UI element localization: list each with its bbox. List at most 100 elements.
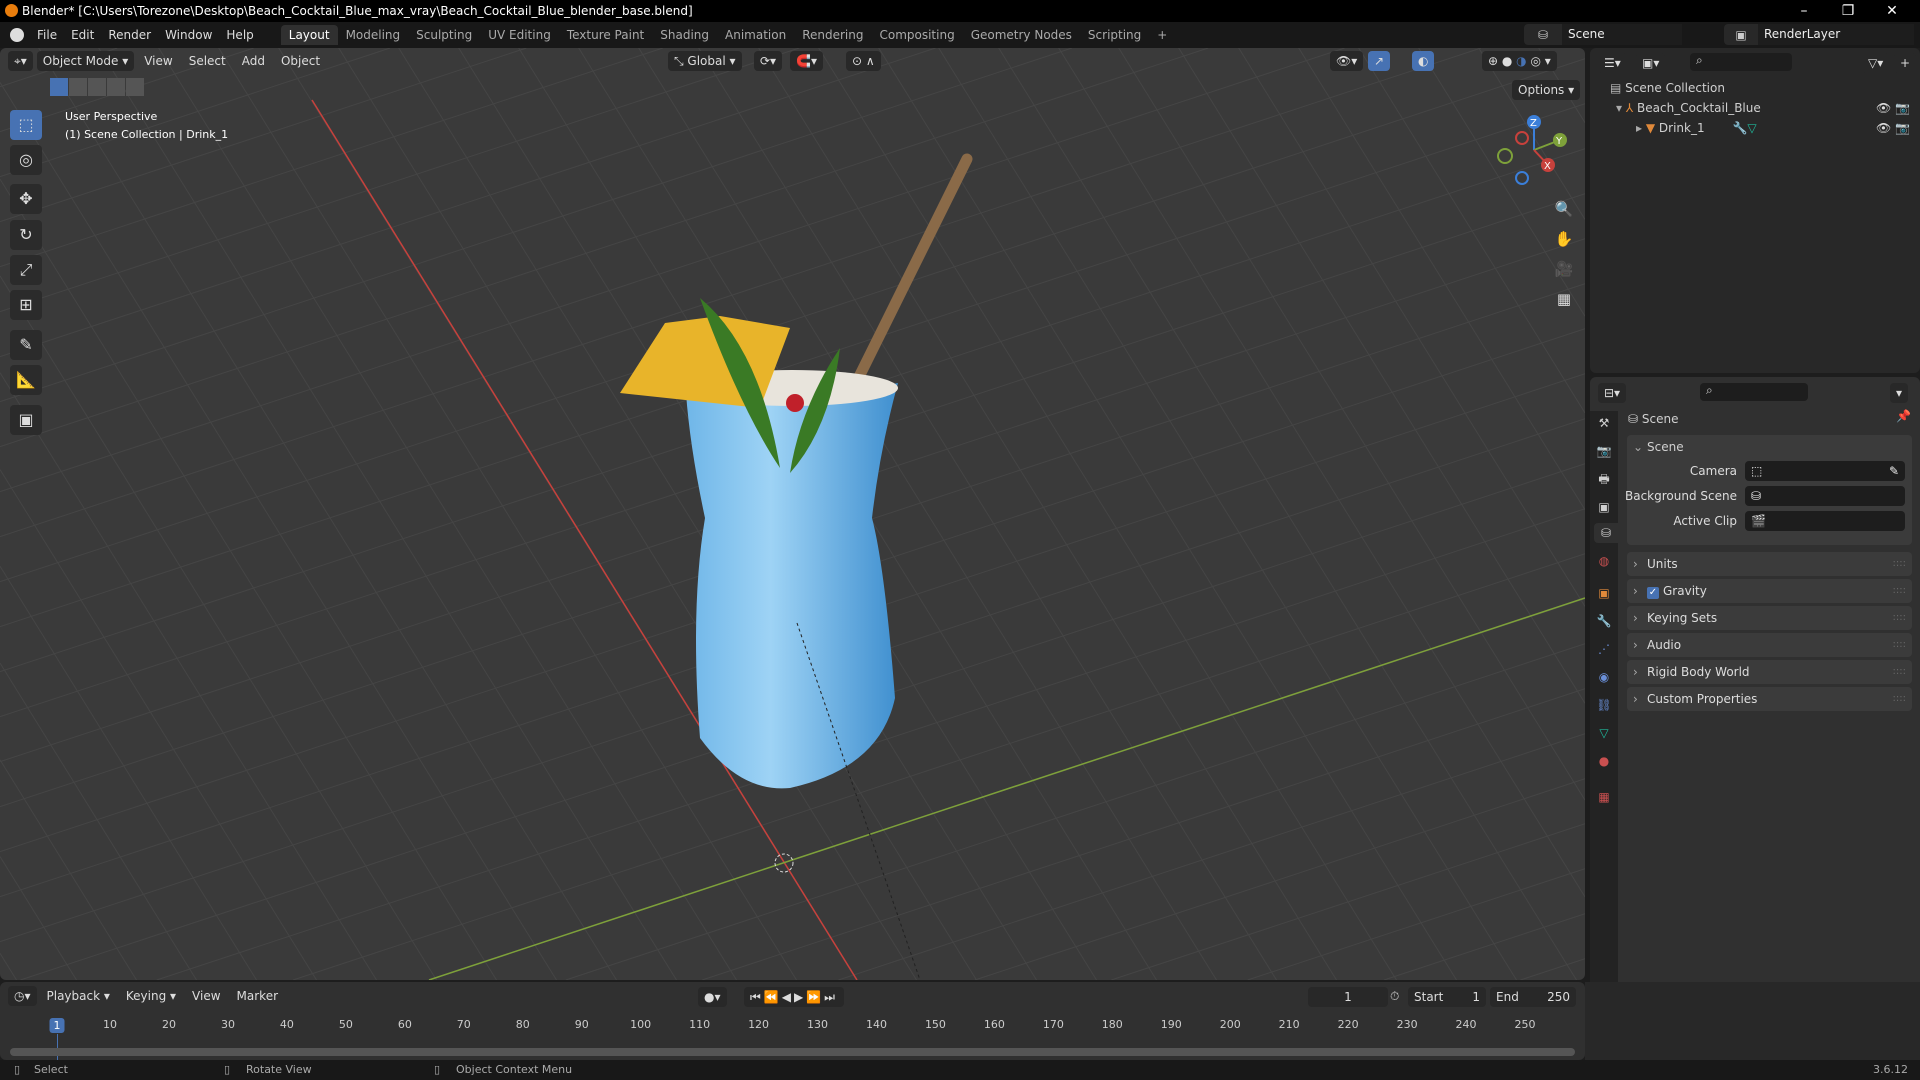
workspace-tab-layout[interactable]: Layout (280, 25, 338, 45)
material-tab-icon[interactable]: ● (1594, 751, 1614, 771)
keying-sets-panel-header[interactable]: › Keying Sets:::: (1627, 606, 1912, 630)
measure-tool-icon[interactable]: 📐 (10, 365, 42, 395)
zoom-icon[interactable]: 🔍 (1550, 194, 1578, 224)
workspace-tab-scripting[interactable]: Scripting (1080, 25, 1149, 45)
outliner-row-drink-1[interactable]: ▸ ▼ Drink_1 🔧▽ 👁 📷 (1636, 118, 1916, 138)
visibility-eye-icon[interactable]: 👁 📷 (1876, 98, 1910, 118)
expand-arrow-icon[interactable]: ▸ (1636, 121, 1642, 135)
modifier-tab-icon[interactable]: 🔧 (1594, 611, 1614, 631)
viewport-menu-add[interactable]: Add (236, 52, 271, 70)
timeline-scrollbar[interactable] (10, 1048, 1575, 1056)
menu-file[interactable]: File (30, 28, 64, 42)
viewport-menu-select[interactable]: Select (183, 52, 232, 70)
add-cube-tool-icon[interactable]: ▣ (10, 405, 42, 435)
object-tab-icon[interactable]: ▣ (1594, 583, 1614, 603)
workspace-tab-sculpting[interactable]: Sculpting (408, 25, 480, 45)
snap-toggle[interactable]: 🧲▾ (790, 51, 823, 71)
select-subtract-icon[interactable] (88, 78, 106, 96)
scene-selector[interactable]: ⛁ Scene (1524, 24, 1682, 45)
pan-hand-icon[interactable]: ✋ (1550, 224, 1578, 254)
scale-tool-icon[interactable]: ⤢ (10, 255, 42, 285)
rotate-tool-icon[interactable]: ↻ (10, 220, 42, 250)
new-collection-button[interactable]: + (1894, 53, 1917, 73)
workspace-tab-rendering[interactable]: Rendering (794, 25, 871, 45)
move-tool-icon[interactable]: ✥ (10, 184, 42, 214)
rigid-body-world-panel-header[interactable]: › Rigid Body World:::: (1627, 660, 1912, 684)
workspace-tab-uv-editing[interactable]: UV Editing (480, 25, 559, 45)
units-panel-header[interactable]: › Units:::: (1627, 552, 1912, 576)
select-intersect-icon[interactable] (126, 78, 144, 96)
transform-orientation-dropdown[interactable]: ⤡ Global ▾ (668, 51, 742, 71)
editor-type-button[interactable]: ⌖▾ (8, 51, 33, 71)
maximize-button[interactable]: ❐ (1826, 0, 1870, 22)
navigation-gizmo[interactable]: Z Y X (1490, 110, 1580, 190)
data-tab-icon[interactable]: ▽ (1594, 723, 1614, 743)
background-scene-field[interactable]: ⛁ (1745, 486, 1905, 506)
gravity-panel-header[interactable]: › ✓ Gravity:::: (1627, 579, 1912, 603)
shading-modes[interactable]: ⊕ ● ◑ ◎ ▾ (1482, 51, 1557, 71)
mesh-data-icon[interactable]: ▽ (1747, 121, 1756, 135)
outliner-search-input[interactable]: ⌕ (1690, 53, 1792, 71)
close-button[interactable]: ✕ (1870, 0, 1914, 22)
active-clip-field[interactable]: 🎬 (1745, 511, 1905, 531)
custom-properties-panel-header[interactable]: › Custom Properties:::: (1627, 687, 1912, 711)
playhead[interactable]: 1 (49, 1018, 65, 1033)
menu-render[interactable]: Render (101, 28, 158, 42)
workspace-tab-animation[interactable]: Animation (717, 25, 794, 45)
camera-field[interactable]: ⬚ ✎ (1745, 461, 1905, 481)
select-new-icon[interactable] (50, 78, 68, 96)
ortho-grid-icon[interactable]: ▦ (1550, 284, 1578, 314)
view-layer-tab-icon[interactable]: ▣ (1594, 497, 1614, 517)
menu-help[interactable]: Help (219, 28, 260, 42)
scene-panel-header[interactable]: ⌄ Scene (1627, 435, 1912, 459)
workspace-tab-shading[interactable]: Shading (652, 25, 717, 45)
menu-window[interactable]: Window (158, 28, 219, 42)
select-box-tool-icon[interactable]: ⬚ (10, 110, 42, 140)
menu-edit[interactable]: Edit (64, 28, 101, 42)
select-extend-icon[interactable] (69, 78, 87, 96)
blender-menu-icon[interactable] (10, 28, 24, 42)
eyedropper-icon[interactable]: ✎ (1889, 461, 1899, 481)
modifier-wrench-icon[interactable]: 🔧 (1732, 121, 1747, 135)
tool-tab-icon[interactable]: ⚒ (1594, 413, 1614, 433)
gravity-checkbox[interactable]: ✓ (1647, 587, 1659, 599)
viewport-menu-object[interactable]: Object (275, 52, 326, 70)
viewport-menu-view[interactable]: View (138, 52, 178, 70)
annotate-tool-icon[interactable]: ✎ (10, 330, 42, 360)
options-dropdown[interactable]: Options ▾ (1512, 80, 1581, 100)
scene-name[interactable]: Scene (1562, 24, 1682, 45)
view-layer-name[interactable]: RenderLayer (1758, 24, 1914, 45)
pivot-point-dropdown[interactable]: ⟳▾ (754, 51, 783, 71)
properties-editor-type[interactable]: ⊟▾ (1598, 383, 1627, 403)
view-layer-selector[interactable]: ▣ RenderLayer (1724, 24, 1914, 45)
workspace-tab-compositing[interactable]: Compositing (871, 25, 962, 45)
select-invert-icon[interactable] (107, 78, 125, 96)
add-workspace-button[interactable]: + (1149, 25, 1175, 45)
outliner-editor-type[interactable]: ☰▾ (1598, 53, 1627, 73)
filter-dropdown[interactable]: ▽▾ (1862, 53, 1890, 73)
world-tab-icon[interactable]: ◍ (1594, 551, 1614, 571)
expand-arrow-icon[interactable]: ▾ (1616, 101, 1622, 115)
minimize-button[interactable]: – (1782, 0, 1826, 22)
proportional-editing-toggle[interactable]: ⊙ ∧ (846, 51, 881, 71)
workspace-tab-geometry-nodes[interactable]: Geometry Nodes (963, 25, 1080, 45)
workspace-tab-texture-paint[interactable]: Texture Paint (559, 25, 652, 45)
pin-icon[interactable]: 📌 (1896, 409, 1911, 423)
cursor-tool-icon[interactable]: ◎ (10, 145, 42, 175)
output-tab-icon[interactable]: 🖶 (1594, 469, 1614, 489)
mode-dropdown[interactable]: Object Mode ▾ (36, 51, 135, 71)
physics-tab-icon[interactable]: ◉ (1594, 667, 1614, 687)
3d-viewport[interactable]: ⌖▾ Object Mode ▾ View Select Add Object … (0, 48, 1585, 980)
visibility-dropdown[interactable]: 👁▾ (1330, 51, 1364, 71)
overlays-toggle[interactable]: ◐ (1412, 51, 1435, 71)
visibility-eye-icon[interactable]: 👁 📷 (1876, 118, 1910, 138)
scene-canvas[interactable] (0, 48, 1585, 980)
workspace-tab-modeling[interactable]: Modeling (338, 25, 409, 45)
scene-tab-icon[interactable]: ⛁ (1594, 523, 1618, 543)
display-mode-dropdown[interactable]: ▣▾ (1636, 53, 1666, 73)
audio-panel-header[interactable]: › Audio:::: (1627, 633, 1912, 657)
texture-tab-icon[interactable]: ▦ (1594, 787, 1614, 807)
particles-tab-icon[interactable]: ⋰ (1594, 639, 1614, 659)
render-tab-icon[interactable]: 📷 (1594, 441, 1614, 461)
outliner-row-scene-collection[interactable]: ▤ Scene Collection (1610, 78, 1725, 98)
